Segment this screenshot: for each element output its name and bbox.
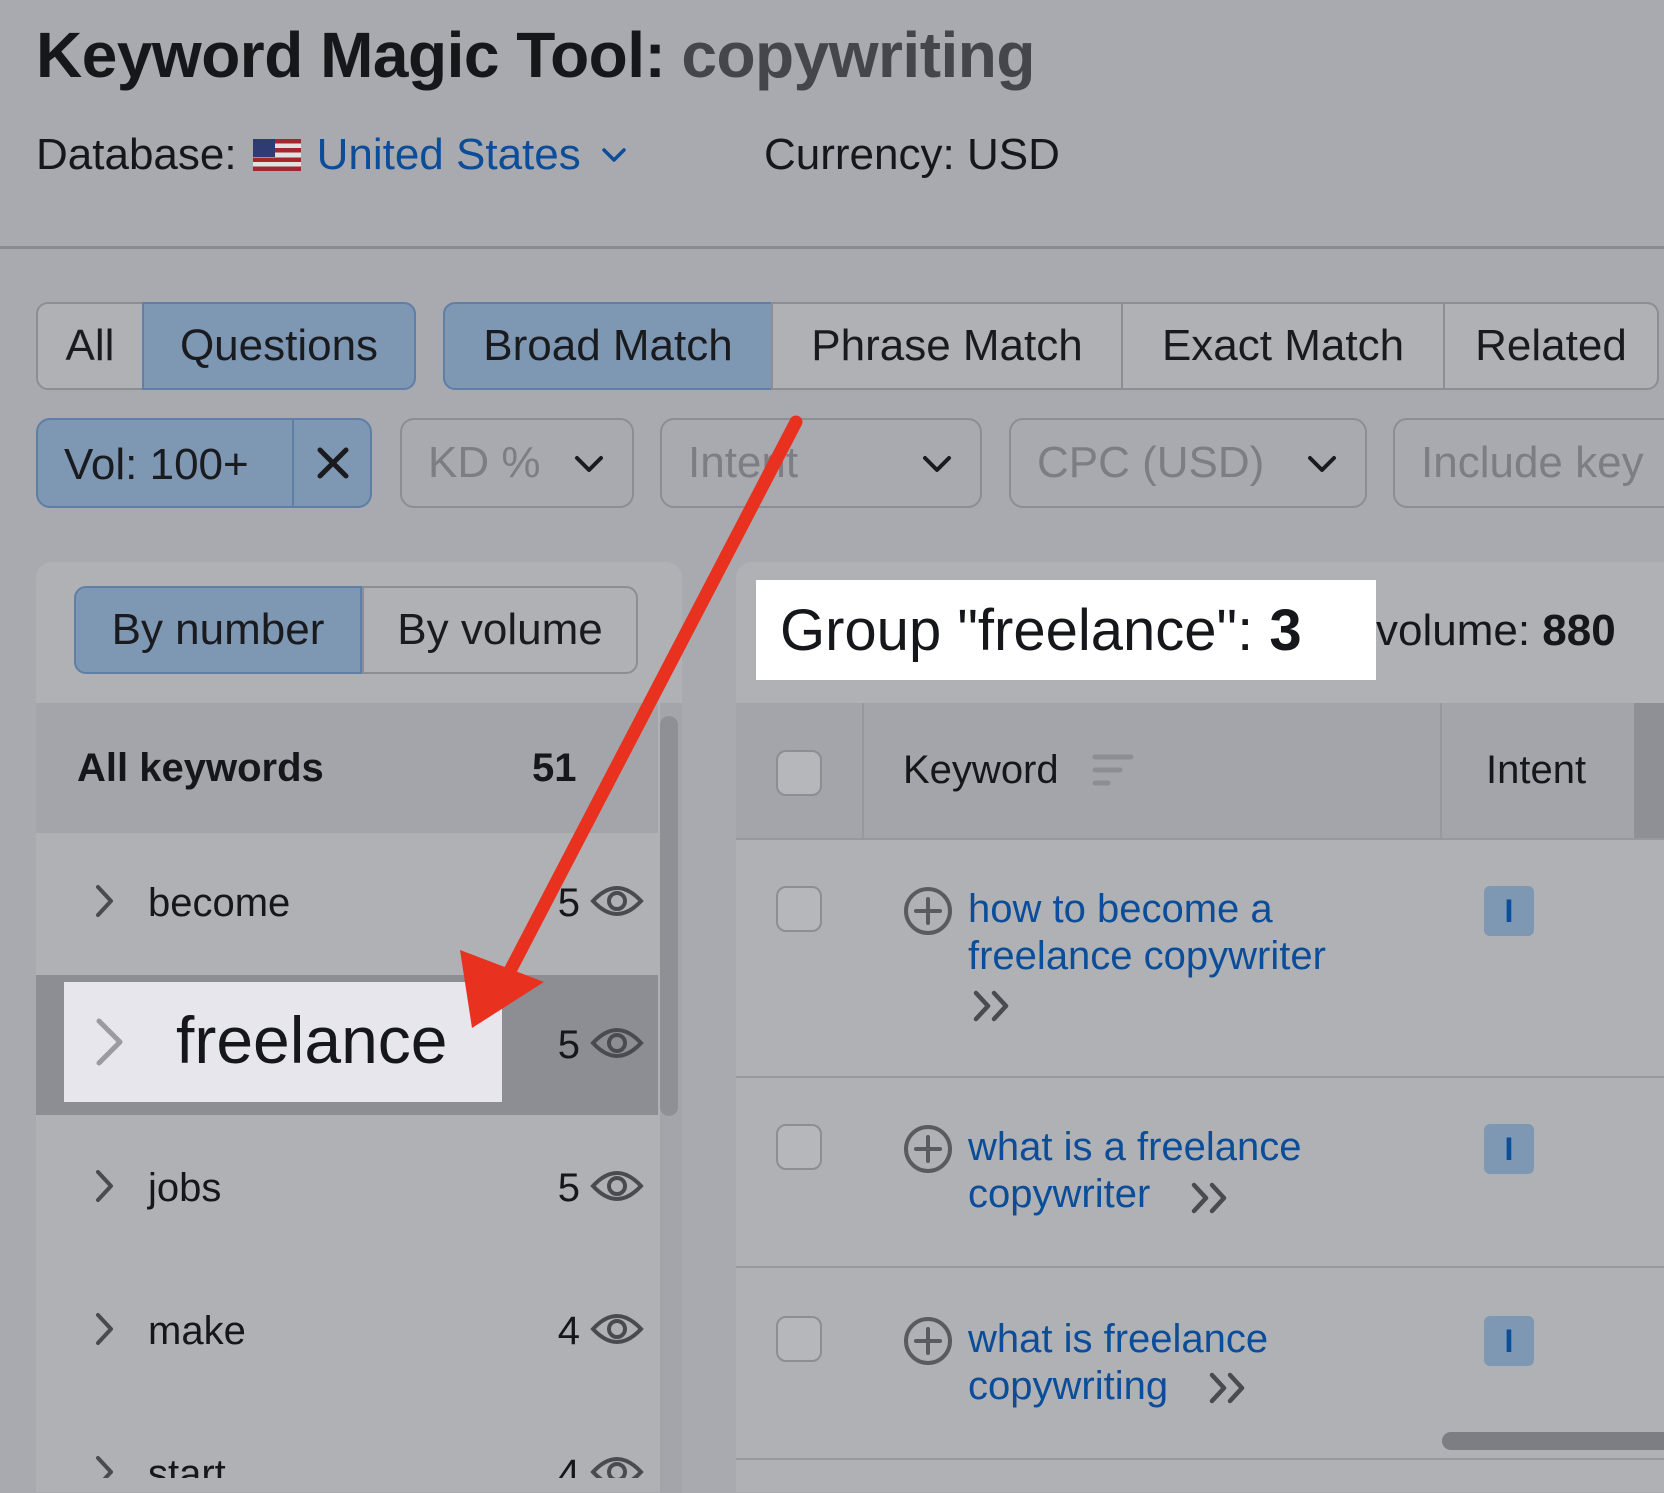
annotation-arrow xyxy=(460,415,803,1028)
